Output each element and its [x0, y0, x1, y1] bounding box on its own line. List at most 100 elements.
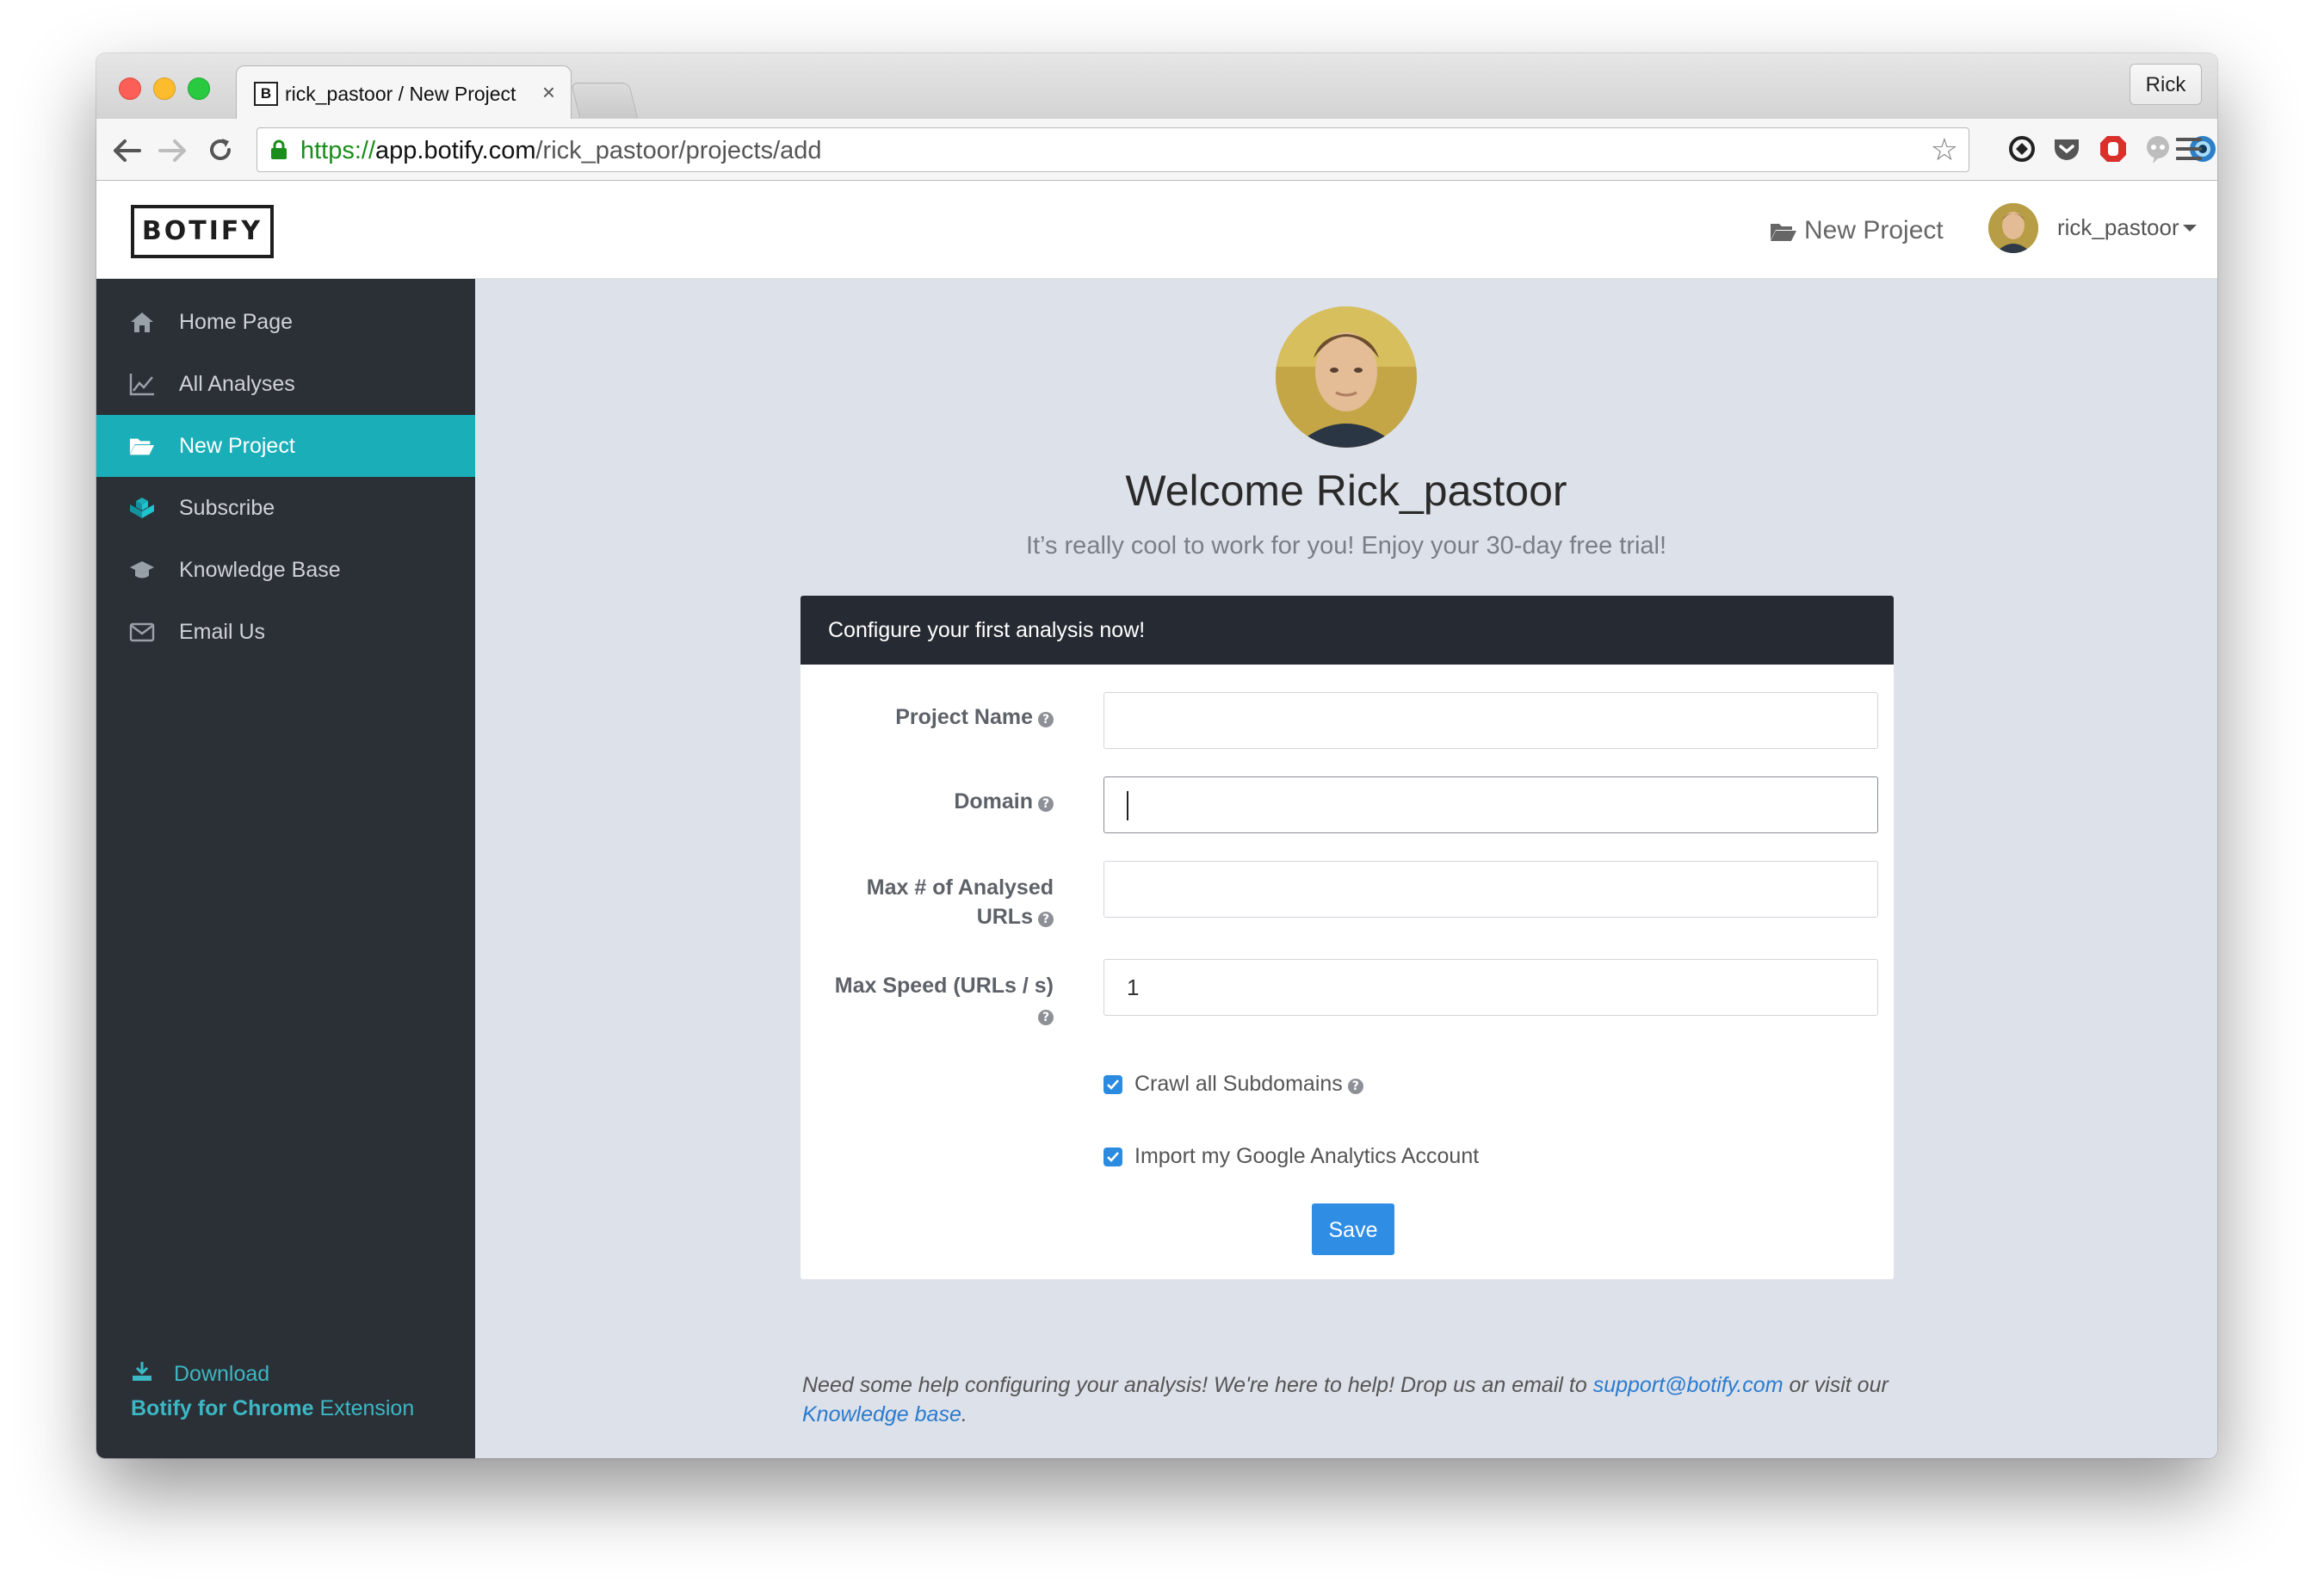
knowledge-base-link[interactable]: Knowledge base	[802, 1402, 961, 1426]
domain-label: Domain?	[826, 787, 1054, 816]
help-prefix: Need some help configuring your analysis…	[802, 1373, 1593, 1397]
tab-title: rick_pastoor / New Project	[285, 83, 516, 105]
sidebar-item-email-us[interactable]: Email Us	[96, 601, 475, 663]
extension-bold-text: Botify for Chrome	[131, 1396, 314, 1420]
download-label: Download	[174, 1362, 270, 1386]
crawl-subdomains-checkbox[interactable]	[1103, 1075, 1122, 1094]
pocket-extension-icon[interactable]	[2052, 134, 2081, 164]
project-name-label: Project Name?	[826, 702, 1054, 732]
browser-menu-icon[interactable]	[2176, 138, 2202, 160]
support-email-link[interactable]: support@botify.com	[1593, 1373, 1783, 1397]
project-name-input[interactable]	[1103, 692, 1878, 749]
max-urls-input[interactable]	[1103, 861, 1878, 918]
help-middle: or visit our	[1783, 1373, 1889, 1397]
cubes-icon	[130, 498, 154, 518]
user-photo-icon	[1276, 306, 1417, 448]
crawl-subdomains-label: Crawl all Subdomains	[1134, 1072, 1343, 1096]
profile-button[interactable]: Rick	[2130, 64, 2202, 105]
profile-avatar	[1276, 306, 1417, 448]
zoom-window-button[interactable]	[188, 77, 210, 100]
help-suffix: .	[961, 1402, 967, 1426]
extension-rest-text: Extension	[313, 1396, 415, 1420]
import-ga-checkbox[interactable]	[1103, 1148, 1122, 1166]
header-new-project-label: New Project	[1804, 216, 1944, 244]
max-urls-label: Max # of Analysed URLs?	[826, 873, 1054, 931]
adblock-extension-icon[interactable]	[2099, 134, 2128, 164]
botify-favicon-icon: B	[254, 82, 278, 106]
sidebar: Home Page All Analyses New Project Subsc…	[96, 279, 475, 1458]
sidebar-item-subscribe[interactable]: Subscribe	[96, 477, 475, 539]
analysis-config-card: Configure your first analysis now! Proje…	[801, 596, 1894, 1279]
help-icon[interactable]: ?	[1038, 1010, 1054, 1025]
url-scheme: https://	[300, 137, 376, 164]
url-text: https://app.botify.com/rick_pastoor/proj…	[300, 137, 822, 164]
browser-toolbar: https://app.botify.com/rick_pastoor/proj…	[96, 119, 2217, 181]
help-text: Need some help configuring your analysis…	[802, 1370, 1904, 1429]
home-icon	[131, 312, 153, 332]
url-host: app.botify.com	[375, 137, 536, 164]
minimize-window-button[interactable]	[153, 77, 176, 100]
save-button[interactable]: Save	[1312, 1203, 1394, 1255]
import-ga-label: Import my Google Analytics Account	[1134, 1144, 1480, 1168]
tab-bar: B rick_pastoor / New Project × Rick	[96, 53, 2217, 119]
back-arrow-icon[interactable]	[112, 138, 141, 164]
bookmark-star-icon[interactable]: ☆	[1931, 134, 1958, 165]
sidebar-item-all-analyses[interactable]: All Analyses	[96, 353, 475, 415]
main-content: Welcome Rick_pastoor It’s really cool to…	[475, 279, 2217, 1458]
botify-logo[interactable]: BOTIFY	[131, 205, 274, 258]
sidebar-item-label: Home Page	[179, 310, 294, 334]
browser-window: B rick_pastoor / New Project × Rick http…	[96, 53, 2217, 1458]
sidebar-item-new-project[interactable]: New Project	[96, 415, 475, 477]
help-icon[interactable]: ?	[1038, 796, 1054, 812]
app-header: BOTIFY New Project rick_pastoor	[96, 181, 2217, 279]
sidebar-item-home-page[interactable]: Home Page	[96, 291, 475, 353]
import-ga-option[interactable]: Import my Google Analytics Account	[1103, 1141, 1479, 1171]
help-icon[interactable]: ?	[1038, 912, 1054, 927]
checkmark-icon	[1107, 1079, 1119, 1090]
tab-close-icon[interactable]: ×	[542, 80, 555, 104]
sidebar-item-knowledge-base[interactable]: Knowledge Base	[96, 539, 475, 601]
forward-arrow-icon[interactable]	[158, 138, 188, 164]
address-bar[interactable]: https://app.botify.com/rick_pastoor/proj…	[257, 127, 1969, 172]
browser-tab[interactable]: B rick_pastoor / New Project ×	[236, 65, 572, 119]
user-menu[interactable]: rick_pastoor	[2057, 213, 2197, 241]
help-icon[interactable]: ?	[1347, 1079, 1363, 1094]
checkmark-icon	[1107, 1152, 1119, 1162]
url-path: /rick_pastoor/projects/add	[535, 137, 822, 164]
help-icon[interactable]: ?	[1038, 712, 1054, 727]
project-name-label-text: Project Name	[895, 705, 1033, 729]
download-extension-link[interactable]: Download	[131, 1360, 269, 1388]
caret-down-icon	[2182, 225, 2197, 232]
user-photo-icon	[1988, 203, 2038, 253]
envelope-icon	[129, 622, 155, 642]
max-speed-input[interactable]	[1103, 959, 1878, 1016]
welcome-heading: Welcome Rick_pastoor	[1125, 467, 1567, 515]
crawl-subdomains-option[interactable]: Crawl all Subdomains?	[1103, 1069, 1363, 1098]
max-speed-label: Max Speed (URLs / s)?	[826, 971, 1054, 1030]
close-window-button[interactable]	[119, 77, 141, 100]
card-title: Configure your first analysis now!	[801, 596, 1894, 665]
quote-extension-icon[interactable]	[2143, 134, 2173, 164]
header-avatar[interactable]	[1988, 203, 2038, 253]
sidebar-item-label: Knowledge Base	[179, 558, 341, 582]
sidebar-item-label: All Analyses	[179, 372, 295, 396]
header-new-project-link[interactable]: New Project	[1770, 217, 1944, 244]
lock-icon	[271, 139, 287, 159]
chrome-extension-text[interactable]: Botify for Chrome Extension	[131, 1395, 414, 1422]
reload-icon[interactable]	[207, 136, 234, 164]
sidebar-item-label: Subscribe	[179, 496, 275, 520]
sync-extension-icon[interactable]	[2007, 134, 2037, 164]
max-urls-label-line2: URLs	[976, 905, 1033, 929]
username-label: rick_pastoor	[2057, 214, 2179, 240]
graduation-cap-icon	[130, 561, 154, 578]
new-tab-button[interactable]	[570, 83, 639, 118]
text-cursor	[1127, 791, 1128, 820]
sidebar-item-label: New Project	[179, 434, 295, 458]
domain-input[interactable]	[1103, 776, 1878, 833]
domain-label-text: Domain	[954, 789, 1033, 813]
sidebar-item-label: Email Us	[179, 620, 266, 644]
max-urls-label-line1: Max # of Analysed	[866, 875, 1054, 900]
folder-open-icon	[129, 438, 155, 455]
max-speed-label-text: Max Speed (URLs / s)	[834, 974, 1054, 998]
chart-icon	[129, 374, 154, 396]
